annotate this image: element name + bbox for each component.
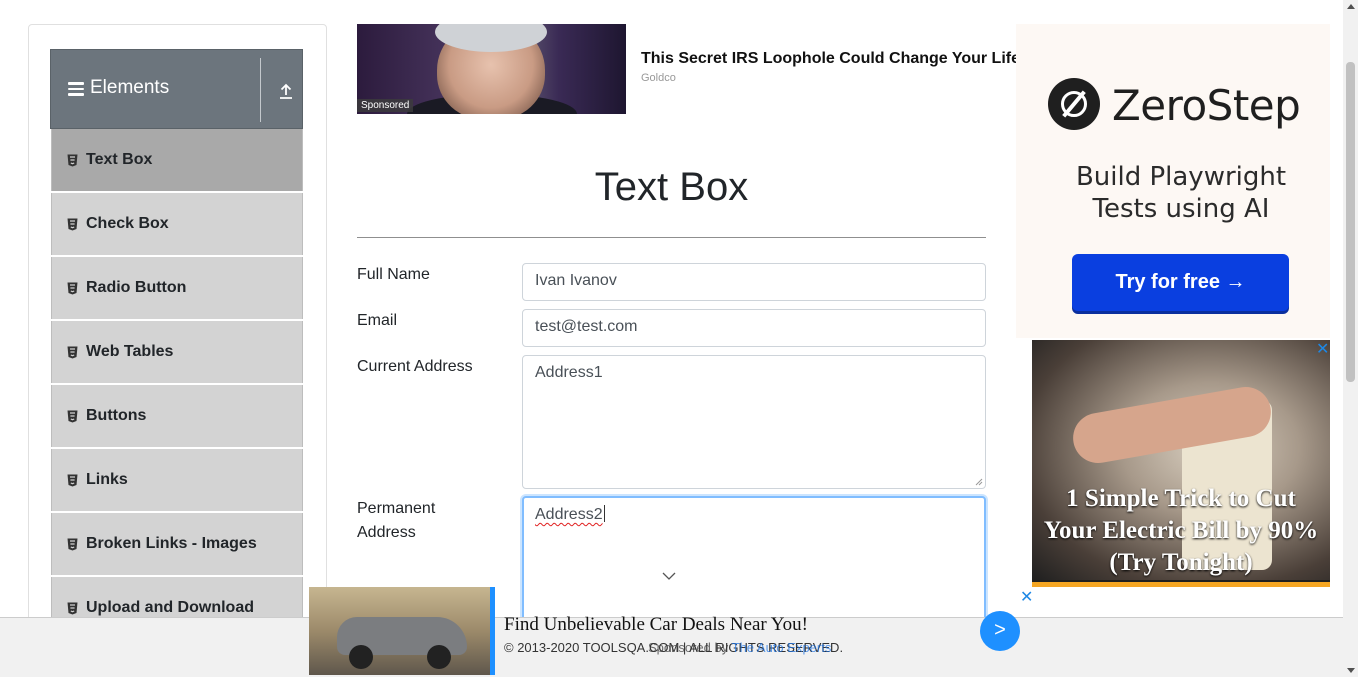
current-address-textarea[interactable]: Address1 (522, 355, 986, 489)
elements-group-header[interactable]: Elements (50, 49, 303, 129)
sidebar-item-radio-button[interactable]: Radio Button (51, 257, 303, 319)
resize-grip-icon[interactable] (973, 476, 983, 486)
ad-source: Goldco (641, 72, 676, 84)
zerostep-tagline: Build Playwright Tests using AI (1016, 161, 1346, 225)
sidebar-item-label: Links (86, 471, 128, 488)
html5-icon (67, 474, 78, 487)
sidebar-item-label: Text Box (86, 151, 153, 168)
close-bottom-ad-icon[interactable]: ✕ (1020, 587, 1033, 607)
sidebar-item-label: Check Box (86, 215, 169, 232)
zerostep-logo-icon (1048, 78, 1100, 130)
tagline-line1: Build Playwright (1075, 162, 1287, 192)
scroll-up-arrow-icon[interactable] (1347, 4, 1355, 9)
email-value: test@test.com (535, 318, 638, 335)
close-ad-icon[interactable]: ✕ (1316, 339, 1329, 359)
html5-icon (67, 282, 78, 295)
sidebar-item-check-box[interactable]: Check Box (51, 193, 303, 255)
sidebar-item-label: Broken Links - Images (86, 535, 257, 552)
html5-icon (67, 218, 78, 231)
email-label: Email (357, 312, 398, 329)
full-name-value: Ivan Ivanov (535, 272, 617, 289)
car-image (309, 587, 490, 675)
top-ad-banner[interactable]: Sponsored This Secret IRS Loophole Could… (357, 24, 1020, 114)
html5-icon (67, 410, 78, 423)
car-deals-ad[interactable]: Find Unbelievable Car Deals Near You! > (309, 587, 1035, 677)
page-title: Text Box (594, 165, 749, 209)
current-address-value: Address1 (535, 364, 603, 381)
sidebar-item-buttons[interactable]: Buttons (51, 385, 303, 447)
text-caret (603, 505, 605, 522)
full-name-label: Full Name (357, 266, 430, 283)
permanent-address-label-line1: Permanent (357, 500, 436, 517)
ad-headline[interactable]: This Secret IRS Loophole Could Change Yo… (641, 50, 1020, 68)
sidebar-item-label: Web Tables (86, 343, 174, 360)
ad-image[interactable]: Sponsored (357, 24, 626, 114)
current-address-label: Current Address (357, 358, 473, 375)
ad-text-line1: 1 Simple Trick to Cut (1066, 485, 1296, 512)
car-deals-headline[interactable]: Find Unbelievable Car Deals Near You! (504, 614, 808, 636)
elements-menu: Text Box Check Box Radio Button Web Tabl… (51, 129, 303, 641)
title-divider (357, 237, 986, 238)
scroll-thumb[interactable] (1346, 62, 1355, 382)
ad-go-button[interactable]: > (980, 611, 1020, 651)
html5-icon (67, 346, 78, 359)
html5-icon (67, 602, 78, 615)
ad-text-line2: Your Electric Bill by 90% (1043, 517, 1319, 544)
electric-bill-ad[interactable]: 1 Simple Trick to Cut Your Electric Bill… (1032, 340, 1330, 587)
chevron-down-icon[interactable] (662, 571, 676, 581)
html5-icon (67, 154, 78, 167)
group-title: Elements (90, 77, 170, 98)
zerostep-ad[interactable]: ZeroStep Build Playwright Tests using AI… (1016, 24, 1330, 338)
try-for-free-button[interactable]: Try for free → (1072, 254, 1289, 311)
scroll-down-arrow-icon[interactable] (1347, 668, 1355, 673)
tagline-line2: Tests using AI (1092, 194, 1270, 224)
permanent-address-label-line2: Address (357, 524, 416, 541)
left-panel: Elements Text Box Check Box Radio Button… (28, 24, 327, 644)
permanent-address-value: Address2 (535, 506, 603, 523)
collapse-up-icon[interactable] (277, 81, 295, 101)
ad-blue-strip (490, 587, 495, 675)
sidebar-item-label: Radio Button (86, 279, 187, 296)
sidebar-item-label: Upload and Download (86, 599, 254, 616)
sidebar-item-label: Buttons (86, 407, 147, 424)
page-scrollbar[interactable] (1343, 0, 1358, 677)
ad-accent-bar (1032, 582, 1330, 587)
ad-text-line3: (Try Tonight) (1109, 549, 1253, 576)
zerostep-brand: ZeroStep (1112, 81, 1301, 130)
sidebar-item-text-box[interactable]: Text Box (51, 129, 303, 191)
electric-bill-ad-text: 1 Simple Trick to Cut Your Electric Bill… (1032, 483, 1330, 579)
sidebar-item-web-tables[interactable]: Web Tables (51, 321, 303, 383)
email-input[interactable]: test@test.com (522, 309, 986, 347)
sidebar-item-links[interactable]: Links (51, 449, 303, 511)
permanent-address-label: Permanent Address (357, 497, 435, 545)
hamburger-icon (68, 82, 84, 96)
sidebar-item-broken-links[interactable]: Broken Links - Images (51, 513, 303, 575)
sponsored-tag: Sponsored (357, 99, 414, 112)
html5-icon (67, 538, 78, 551)
header-divider (260, 58, 261, 122)
full-name-input[interactable]: Ivan Ivanov (522, 263, 986, 301)
